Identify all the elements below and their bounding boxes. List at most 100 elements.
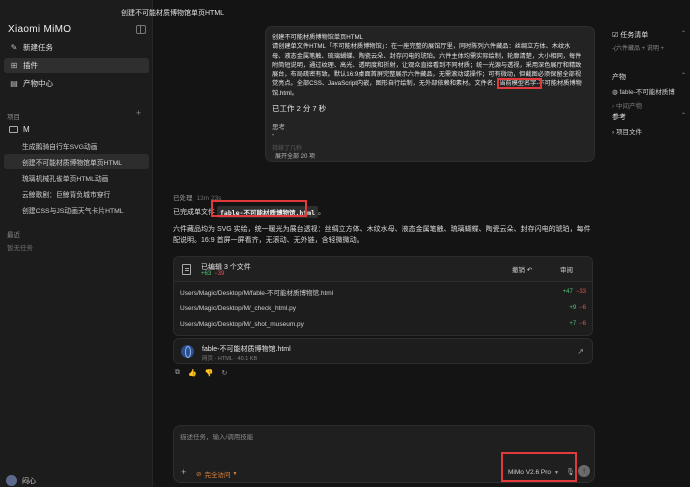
copy-icon[interactable]: ⧉: [175, 369, 180, 377]
file-path: Users/Magic/Desktop/M/_shot_museum.py: [180, 320, 304, 328]
file-path: Users/Magic/Desktop/M/_check_html.py: [180, 304, 296, 312]
reference-item-label: 项目文件: [615, 129, 642, 136]
task-item[interactable]: 生成鹅骑自行车SVG动画: [4, 138, 149, 153]
sidebar-collapse-icon[interactable]: [136, 25, 146, 34]
output-title: 产物: [612, 74, 626, 81]
chevron-up-icon[interactable]: ⌃: [681, 30, 686, 37]
edited-file-row[interactable]: Users/Magic/Desktop/M/_shot_museum.py +7…: [180, 316, 588, 332]
composer: + ⊘ 完全访问 ▼ MiMo V2.6 Pro ▼ 🎙 ↑: [173, 425, 595, 483]
sidebar: Xiaomi MiMO ✎ 新建任务 ⊞ 插件 ▤ 产物中心 项目 + M 生成…: [0, 0, 153, 487]
file-path: Users/Magic/Desktop/M/fable-不可能材质博物馆.htm…: [180, 290, 334, 297]
output-section[interactable]: 产物 ⌃ ◍ fable-不可能材质博 › 中间产物: [612, 72, 690, 110]
output-item[interactable]: ◍ fable-不可能材质博: [612, 86, 690, 96]
box-icon: ▤: [10, 79, 18, 88]
grid-icon: ⊞: [10, 61, 18, 70]
task-item[interactable]: 创建CSS与JS动画天气卡片HTML: [4, 202, 149, 217]
add-attachment-button[interactable]: +: [181, 467, 186, 477]
user-message-bubble: 创建不可能材质博物馆单页HTML 请创建单文件HTML「不可能材质博物馆」：在一…: [265, 26, 595, 162]
reply-prefix: 已完成单文件: [173, 209, 215, 216]
file-removed: −33: [575, 289, 586, 295]
brand-logo: Xiaomi MiMO: [8, 24, 72, 35]
message-line: 觉亮点。全部CSS、JavaScript内嵌，图形自行绘制，无外部依赖和素材。文…: [272, 80, 582, 88]
message-line: 馆.html。: [272, 89, 298, 97]
reference-section[interactable]: 参考 ⌃ › 项目文件: [612, 112, 690, 136]
file-stats: +9 −6: [569, 305, 586, 311]
artifact-meta: 网页 · HTML · 40.1 KB: [202, 356, 258, 362]
add-project-icon[interactable]: +: [136, 108, 141, 118]
highlight-box-filename: [211, 200, 307, 217]
chevron-up-icon[interactable]: ⌃: [681, 72, 686, 79]
nav-artifacts[interactable]: ▤ 产物中心: [4, 76, 149, 91]
expand-all-button[interactable]: 展开全部 20 项: [275, 151, 315, 160]
task-list-sub: -(六件藏品 + 说明 +: [612, 46, 665, 52]
task-item[interactable]: 琉璃机械孔雀单页HTML动画: [4, 170, 149, 185]
recent-label: 最近: [7, 232, 20, 239]
shield-icon: ⊘: [196, 471, 202, 478]
nav-plugins[interactable]: ⊞ 插件: [4, 58, 149, 73]
document-icon: [182, 264, 191, 275]
lines-added: +63: [201, 271, 212, 277]
thumbs-up-icon[interactable]: 👍: [188, 369, 197, 377]
message-line: 展台，布局疏密有致。默认16:9桌面首屏完整展示六件藏品，无需滚动或操作；可有微…: [272, 71, 582, 79]
user-profile[interactable]: 闷心: [6, 475, 36, 486]
edit-icon: ✎: [10, 43, 18, 52]
undo-button[interactable]: 撤销 ↶: [512, 264, 532, 274]
thumbs-down-icon[interactable]: 👎: [205, 369, 214, 377]
file-stats: +7 −6: [569, 321, 586, 327]
message-line: 创建不可能材质博物馆单页HTML: [272, 34, 364, 41]
edited-file-row[interactable]: Users/Magic/Desktop/M/_check_html.py +9−…: [180, 300, 588, 316]
task-input[interactable]: [180, 434, 480, 441]
access-mode-label: 完全访问: [204, 472, 231, 479]
projects-label: 项目: [7, 114, 20, 121]
access-mode-select[interactable]: ⊘ 完全访问 ▼: [196, 469, 237, 479]
nav-label: 新建任务: [23, 43, 53, 52]
file-removed: −6: [579, 305, 586, 311]
nav-label: 产物中心: [23, 79, 53, 88]
globe-icon: [181, 345, 194, 358]
retry-icon[interactable]: ↻: [221, 369, 227, 377]
file-added: +47: [562, 289, 573, 295]
think-dots: •: [272, 133, 275, 139]
intermediate-item[interactable]: › 中间产物: [612, 100, 690, 110]
checklist-icon: ☑: [612, 32, 621, 39]
empty-tasks-text: 暂无任务: [7, 245, 33, 252]
edited-files-stats: +63 −39: [201, 271, 224, 277]
send-button[interactable]: ↑: [578, 465, 590, 477]
project-folder[interactable]: M: [9, 125, 30, 134]
file-added: +9: [569, 305, 577, 311]
highlight-box-model: [501, 452, 577, 482]
message-actions: ⧉ 👍 👎 ↻: [175, 369, 227, 377]
message-line: 请创建单文件HTML「不可能材质博物馆」：在一座完整的展馆厅里，同时陈列六件藏品…: [272, 43, 571, 51]
message-line: 母、液态金属笔触、琉璃蝴蝶、陶瓷云朵、封存闪电的琥珀。六件主体均需实际绘制，轮廓…: [272, 52, 582, 60]
output-item-label: fable-不可能材质博: [619, 89, 675, 96]
reply-description: 六件藏品均为 SVG 实绘，统一暖光为展台透视：丝绸立方体、木纹水母、液态金属笔…: [173, 226, 591, 244]
chevron-down-icon: ▼: [232, 471, 238, 477]
task-list-title: ☑ 任务清单: [612, 30, 690, 40]
file-added: +7: [569, 321, 577, 327]
edited-file-row[interactable]: Users/Magic/Desktop/M/fable-不可能材质博物馆.htm…: [180, 284, 588, 300]
right-panel: ☑ 任务清单 ⌃ -(六件藏品 + 说明 + 产物 ⌃ ◍ fable-不可能材…: [608, 0, 690, 487]
page-title: 创建不可能材质博物馆单页HTML: [121, 10, 225, 17]
task-list-section[interactable]: ☑ 任务清单 ⌃ -(六件藏品 + 说明 +: [612, 30, 690, 52]
nav-new-task[interactable]: ✎ 新建任务: [4, 40, 149, 55]
file-stats: +47 −33: [563, 289, 586, 295]
avatar: [6, 475, 17, 486]
project-name: M: [23, 125, 30, 134]
reply-suffix: 。: [318, 209, 326, 216]
task-item[interactable]: 云鲸歌剧：巨鲸背负城市穿行: [4, 186, 149, 201]
edited-files-card: 已编辑 3 个文件 +63 −39 撤销 ↶ 审阅 Users/Magic/Des…: [173, 256, 593, 336]
chevron-up-icon[interactable]: ⌃: [681, 112, 686, 119]
highlight-box-model-name: [497, 78, 542, 89]
worked-time: 已工作 2 分 7 秒: [272, 104, 327, 113]
review-button[interactable]: 审阅: [560, 264, 573, 274]
artifact-name: fable-不可能材质博物馆.html: [202, 346, 291, 353]
artifact-card[interactable]: fable-不可能材质博物馆.html 网页 · HTML · 40.1 KB …: [173, 338, 593, 364]
open-external-icon[interactable]: ↗: [577, 347, 584, 356]
reference-title: 参考: [612, 114, 626, 121]
conversation-area: 创建不可能材质博物馆单页HTML 创建不可能材质博物馆单页HTML 请创建单文件…: [121, 0, 608, 487]
intermediate-label: 中间产物: [615, 103, 642, 110]
user-message-text: 创建不可能材质博物馆单页HTML 请创建单文件HTML「不可能材质博物馆」：在一…: [272, 33, 590, 98]
reference-item[interactable]: › 项目文件: [612, 126, 690, 136]
task-item-active[interactable]: 创建不可能材质博物馆单页HTML: [4, 154, 149, 169]
think-label[interactable]: 思考: [272, 121, 285, 131]
